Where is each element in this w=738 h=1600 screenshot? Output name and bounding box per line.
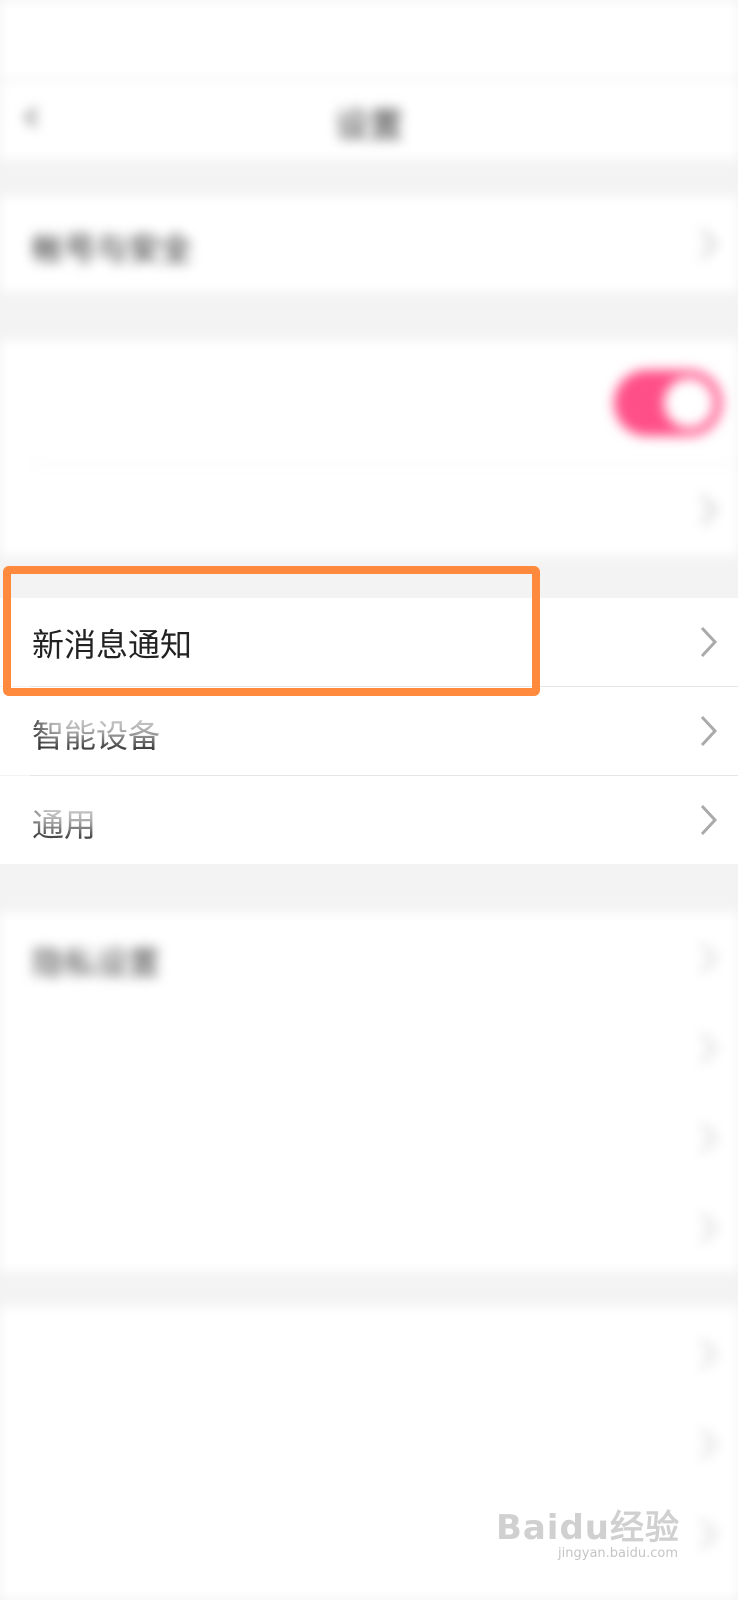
chevron-right-icon [700, 1032, 718, 1064]
chevron-right-icon [700, 626, 718, 658]
chevron-right-icon [700, 228, 718, 260]
nav-bar: ‹ 设置 [0, 80, 738, 160]
settings-row-account-security[interactable]: 帐号与安全 [0, 196, 738, 292]
chevron-right-icon [700, 1428, 718, 1460]
baidu-jingyan-watermark: Baidu经验 jingyan.baidu.com [495, 1500, 680, 1561]
chevron-right-icon [700, 1212, 718, 1244]
divider [30, 464, 738, 465]
row-label-privacy-settings[interactable]: 隐私设置 [32, 938, 160, 984]
toggle-knob [664, 378, 714, 428]
chevron-right-icon [700, 1338, 718, 1370]
watermark-url: jingyan.baidu.com [558, 1546, 678, 1561]
highlight-box [3, 566, 540, 696]
redaction-smudge [30, 790, 120, 830]
page-title: 设置 [335, 106, 403, 146]
row-label: 帐号与安全 [32, 230, 193, 268]
redaction-smudge [40, 700, 180, 740]
chevron-right-icon [700, 715, 718, 747]
settings-group-privacy: 隐私设置 [0, 912, 738, 1272]
status-bar [0, 0, 738, 80]
chevron-right-icon [700, 804, 718, 836]
notification-toggle[interactable] [614, 370, 722, 436]
watermark-brand: Baidu经验 [495, 1508, 680, 1548]
chevron-right-icon [700, 494, 718, 526]
chevron-right-icon [700, 1518, 718, 1550]
chevron-right-icon [700, 1122, 718, 1154]
settings-group-toggle [0, 340, 738, 556]
chevron-right-icon [700, 942, 718, 974]
